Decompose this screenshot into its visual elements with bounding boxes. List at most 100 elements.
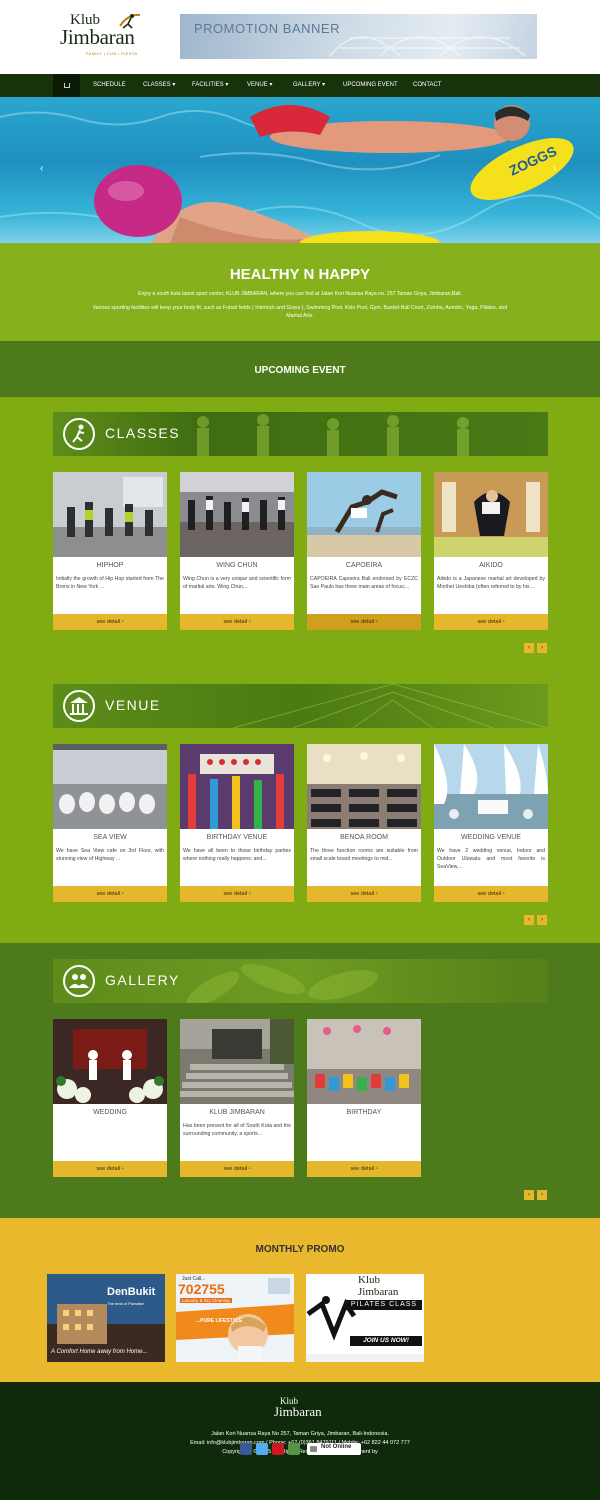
- promotion-banner[interactable]: PROMOTION BANNER: [180, 14, 537, 59]
- footer-logo-main: Jimbaran: [274, 1404, 322, 1419]
- youtube-icon[interactable]: [272, 1443, 284, 1455]
- classes-banner: CLASSES: [53, 412, 548, 456]
- nav-item-schedule[interactable]: SCHEDULE: [93, 74, 126, 97]
- gallery-next-button[interactable]: ›: [537, 1190, 547, 1200]
- card-title: HIPHOP: [96, 562, 124, 569]
- venue-card-birthday[interactable]: BIRTHDAY VENUE We have all been to those…: [180, 744, 294, 902]
- intro-title: HEALTHY N HAPPY: [229, 266, 371, 283]
- hero-image-swimmers: ZOGGS: [0, 105, 600, 243]
- chat-status-badge[interactable]: Not Online: [307, 1443, 361, 1455]
- upcoming-event-bar: UPCOMING EVENT: [0, 341, 600, 397]
- class-card-aikido[interactable]: AIKIDO Aikido is a Japanese martial art …: [434, 472, 548, 630]
- venue-card-sea-view[interactable]: SEA VIEW We have Sea View cafe on 3rd Fl…: [53, 744, 167, 902]
- promo-card-pilates[interactable]: Klub Jimbaran PILATES CLASS JOIN US NOW!: [306, 1274, 424, 1362]
- nav-item-venue[interactable]: VENUE ▾: [247, 74, 272, 97]
- benoa-room-photo: [307, 744, 421, 829]
- venue-card-benoa-room[interactable]: BENOA ROOM The three function rooms are …: [307, 744, 421, 902]
- gallery-banner: GALLERY: [53, 959, 548, 1003]
- class-card-capoeira[interactable]: CAPOEIRA CAPOEIRA Capoeira Bali endorsed…: [307, 472, 421, 630]
- nav-item-upcoming-event[interactable]: UPCOMING EVENT: [343, 74, 398, 97]
- class-card-hiphop[interactable]: HIPHOP Initially the growth of Hip Hop s…: [53, 472, 167, 630]
- runner-logo-icon: [119, 13, 141, 29]
- see-detail-button[interactable]: see detail ▫: [434, 614, 548, 630]
- see-detail-button[interactable]: see detail ▫: [307, 886, 421, 902]
- gallery-users-icon: [63, 965, 95, 997]
- venue-prev-button[interactable]: ‹: [524, 915, 534, 925]
- denbukit-slogan: A Comfort Home away from Home...: [51, 1349, 148, 1355]
- nav-item-facilities[interactable]: FACILITIES ▾: [192, 74, 228, 97]
- arrow-icon: ▫: [121, 619, 124, 625]
- gallery-prev-button[interactable]: ‹: [524, 1190, 534, 1200]
- classes-runner-icon: [63, 418, 95, 450]
- intro-line-3: Martial Arts.: [286, 313, 314, 319]
- see-detail-button[interactable]: see detail ▫: [53, 1161, 167, 1177]
- see-detail-button[interactable]: see detail ▫: [53, 886, 167, 902]
- nav-item-contact[interactable]: CONTACT: [413, 74, 442, 97]
- tripadvisor-icon[interactable]: [288, 1443, 300, 1455]
- card-title: WING CHUN: [216, 562, 258, 569]
- upcoming-event-title: UPCOMING EVENT: [254, 365, 346, 376]
- card-title: KLUB JIMBARAN: [209, 1109, 265, 1116]
- arrow-icon: ▫: [375, 619, 378, 625]
- see-detail-label: see detail: [96, 891, 121, 897]
- see-detail-label: see detail: [223, 891, 248, 897]
- class-card-wing-chun[interactable]: WING CHUN Wing Chun is a very unique and…: [180, 472, 294, 630]
- hero-prev-arrow[interactable]: ‹: [40, 163, 48, 175]
- see-detail-button[interactable]: see detail ▫: [180, 614, 294, 630]
- pilates-cta: JOIN US NOW!: [350, 1336, 422, 1346]
- footer-contact: Email: info@klubjimbaran.com / Phone: +6…: [190, 1440, 410, 1446]
- gallery-card-birthday[interactable]: BIRTHDAY see detail ▫: [307, 1019, 421, 1177]
- denbukit-sub: The best of Paradise: [107, 1301, 144, 1306]
- denbukit-brand: DenBukit: [107, 1286, 156, 1298]
- see-detail-label: see detail: [350, 619, 375, 625]
- footer-address: Jalan Kori Nuansa Raya No 257, Taman Gri…: [211, 1431, 389, 1437]
- pilates-brand: Klub Jimbaran: [358, 1274, 399, 1298]
- facebook-icon[interactable]: [240, 1443, 252, 1455]
- intro-line-1: Enjoy a south kuta latest sport center, …: [138, 291, 462, 297]
- nav-item-gallery[interactable]: GALLERY ▾: [293, 74, 325, 97]
- arrow-icon: ▫: [502, 619, 505, 625]
- gallery-title: GALLERY: [105, 972, 180, 988]
- laundry-number: 702755: [178, 1281, 225, 1297]
- see-detail-button[interactable]: see detail ▫: [434, 886, 548, 902]
- see-detail-button[interactable]: see detail ▫: [180, 1161, 294, 1177]
- logo-tagline: FAMILY • FUN • FIESTA: [86, 51, 138, 56]
- nav-home[interactable]: [53, 74, 80, 97]
- classes-prev-button[interactable]: ‹: [524, 643, 534, 653]
- footer-logo[interactable]: Klub Jimbaran: [272, 1396, 332, 1424]
- chat-icon: [310, 1446, 317, 1452]
- gallery-card-wedding[interactable]: WEDDING see detail ▫: [53, 1019, 167, 1177]
- see-detail-button[interactable]: see detail ▫: [53, 614, 167, 630]
- birthday-photo: [307, 1019, 421, 1104]
- arrow-icon: ▫: [121, 1166, 124, 1172]
- gallery-card-klub-jimbaran[interactable]: KLUB JIMBARAN Has been present for all o…: [180, 1019, 294, 1177]
- promo-card-laundry[interactable]: Just Call... 702755 Laundry & Dry Cleani…: [176, 1274, 294, 1362]
- see-detail-button[interactable]: see detail ▫: [180, 886, 294, 902]
- see-detail-button[interactable]: see detail ▫: [307, 1161, 421, 1177]
- twitter-icon[interactable]: [256, 1443, 268, 1455]
- monthly-promo-title: MONTHLY PROMO: [255, 1244, 345, 1255]
- see-detail-label: see detail: [350, 1166, 375, 1172]
- aikido-photo: [434, 472, 548, 557]
- hero-slider[interactable]: ZOGGS ‹ ›: [0, 97, 600, 243]
- nav-item-classes[interactable]: CLASSES ▾: [143, 74, 175, 97]
- site-logo[interactable]: Klub Jimbaran FAMILY • FUN • FIESTA: [60, 12, 141, 60]
- arrow-icon: ▫: [121, 891, 124, 897]
- card-desc: Initially the growth of Hip Hop started …: [56, 576, 164, 590]
- classes-banner-dancers: [197, 414, 469, 456]
- venue-next-button[interactable]: ›: [537, 915, 547, 925]
- see-detail-label: see detail: [477, 891, 502, 897]
- arrow-icon: ▫: [248, 891, 251, 897]
- hero-next-arrow[interactable]: ›: [553, 163, 561, 175]
- see-detail-label: see detail: [223, 1166, 248, 1172]
- banner-decoration: [329, 36, 526, 57]
- promo-card-denbukit[interactable]: DenBukit The best of Paradise A Comfort …: [47, 1274, 165, 1362]
- classes-next-button[interactable]: ›: [537, 643, 547, 653]
- venue-banner-graphic: [233, 684, 548, 728]
- card-desc: Has been present for all of South Kuta a…: [183, 1123, 291, 1137]
- see-detail-button[interactable]: see detail ▫: [307, 614, 421, 630]
- venue-card-wedding[interactable]: WEDDING VENUE We have 2 wedding venue, I…: [434, 744, 548, 902]
- klub-jimbaran-photo: [180, 1019, 294, 1104]
- sea-view-photo: [53, 744, 167, 829]
- card-title: WEDDING: [93, 1109, 127, 1116]
